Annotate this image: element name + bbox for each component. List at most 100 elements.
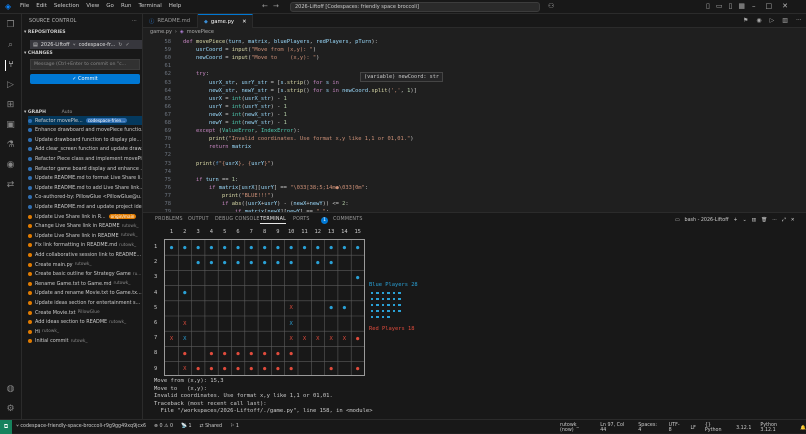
panel-tab-output[interactable]: OUTPUT bbox=[188, 217, 209, 222]
customize-layout-icon[interactable]: ▦ bbox=[738, 2, 745, 10]
code-line[interactable]: usrX_str, usrY_str = [s.strip() for s in bbox=[183, 80, 339, 86]
more-actions-icon[interactable]: ··· bbox=[132, 18, 137, 24]
code-line[interactable]: newX = int(newX_str) - 1 bbox=[183, 112, 287, 118]
graph-commit-item[interactable]: Add clear_screen function and update dra… bbox=[28, 145, 142, 154]
dropdown-icon[interactable]: ⌄ bbox=[743, 218, 747, 223]
graph-commit-item[interactable]: Refactor Piece class and implement moveP… bbox=[28, 154, 142, 163]
terminal-shell-name[interactable]: bash - 2026-Liftoff bbox=[685, 218, 729, 223]
menu-item-file[interactable]: File bbox=[20, 3, 29, 9]
broadcast-icon[interactable]: ◉ bbox=[756, 17, 761, 24]
sync-icon[interactable]: ↻ bbox=[118, 42, 122, 48]
python-version[interactable]: 3.12.1 bbox=[736, 426, 751, 431]
menu-item-run[interactable]: Run bbox=[121, 3, 132, 9]
graph-commit-item[interactable]: Create basic outline for Strategy Game ru… bbox=[28, 270, 142, 279]
graph-commit-item[interactable]: Fix link formatting in README.md rutowk_ bbox=[28, 241, 142, 250]
copilot-icon[interactable]: ⚇ bbox=[548, 2, 554, 10]
minimize-icon[interactable]: – bbox=[752, 2, 756, 10]
commit-check-icon[interactable]: ✓ bbox=[125, 42, 129, 48]
cursor-position[interactable]: Ln 97, Col 44 bbox=[600, 423, 629, 433]
trash-icon[interactable]: 🗑 bbox=[761, 218, 767, 223]
tab-game-py[interactable]: ◆ game.py ✕ bbox=[198, 14, 253, 28]
menu-item-go[interactable]: Go bbox=[106, 3, 114, 9]
notifications-bell-icon[interactable]: 🔔 bbox=[800, 426, 806, 431]
breadcrumb-file[interactable]: game.py bbox=[150, 29, 172, 35]
menu-item-selection[interactable]: Selection bbox=[54, 3, 79, 9]
repository-item[interactable]: ▤ 2026-Liftoff ⑂ codespace-fr... ↻ ✓ bbox=[30, 40, 142, 49]
split-terminal-icon[interactable]: ▥ bbox=[752, 218, 757, 223]
close-window-icon[interactable]: ✕ bbox=[782, 2, 788, 10]
code-line[interactable]: def movePiece(turn, matrix, bluePlayers,… bbox=[183, 39, 378, 45]
graph-commit-item[interactable]: Update drawboard function to display ple… bbox=[28, 135, 142, 144]
close-tab-icon[interactable]: ✕ bbox=[242, 19, 246, 25]
code-line[interactable]: print("Invalid coordinates. Use format x… bbox=[183, 136, 413, 142]
graph-commit-item[interactable]: Enhance drawboard and movePiece functio.… bbox=[28, 126, 142, 135]
code-line[interactable]: try: bbox=[183, 71, 209, 77]
code-line[interactable]: newCoord = input("Move to (x,y): ") bbox=[183, 55, 319, 61]
source-control-icon[interactable]: ⑂ bbox=[5, 60, 16, 71]
graph-commit-item[interactable]: Co-authored-by: PillowGlue <PillowGlue@u… bbox=[28, 193, 142, 202]
tab-readme[interactable]: ⓘ README.md bbox=[143, 14, 198, 28]
panel-tab-terminal[interactable]: TERMINAL bbox=[260, 217, 286, 224]
eol[interactable]: LF bbox=[690, 426, 695, 431]
more-panel-icon[interactable]: ··· bbox=[772, 218, 777, 223]
forward-arrow-icon[interactable]: → bbox=[273, 2, 279, 10]
menu-item-help[interactable]: Help bbox=[169, 3, 182, 9]
code-line[interactable]: except (ValueError, IndexError): bbox=[183, 128, 300, 134]
live-share-user[interactable]: rutowk_ (now) bbox=[560, 423, 591, 433]
encoding[interactable]: UTF-8 bbox=[669, 423, 682, 433]
split-editor-icon[interactable]: ▥ bbox=[782, 17, 788, 24]
code-line[interactable]: if matrix[usrX][usrY] == "\033[38;5;14m●… bbox=[183, 185, 368, 191]
indentation[interactable]: Spaces: 4 bbox=[638, 423, 659, 433]
graph-commit-item[interactable]: Update README.md and update project idea… bbox=[28, 202, 142, 211]
graph-commit-item[interactable]: Update and rename Movie.txt to Game.tx..… bbox=[28, 289, 142, 298]
menu-item-view[interactable]: View bbox=[86, 3, 99, 9]
shared-status[interactable]: ⇄ Shared bbox=[200, 424, 222, 429]
graph-commit-item[interactable]: Change Live Share link in README rutowk_ bbox=[28, 222, 142, 231]
repositories-header[interactable]: ▾ REPOSITORIES bbox=[24, 30, 66, 35]
graph-commit-item[interactable]: Add ideas section to README rutowk_ bbox=[28, 318, 142, 327]
back-arrow-icon[interactable]: ← bbox=[262, 2, 268, 10]
ports-status[interactable]: 📡 1 bbox=[181, 424, 192, 429]
maximize-icon[interactable]: □ bbox=[766, 2, 773, 10]
changes-header[interactable]: ▾ CHANGES bbox=[24, 51, 53, 56]
panel-tab-problems[interactable]: PROBLEMS bbox=[155, 217, 183, 222]
graph-commit-item[interactable]: Update README.md to format Live Share li… bbox=[28, 174, 142, 183]
branch-status[interactable]: ⑂ codespace-friendly-space-broccoli-r9g9… bbox=[16, 423, 146, 429]
code-line[interactable]: usrX = int(usrX_str) - 1 bbox=[183, 96, 287, 102]
commit-button[interactable]: ✓ Commit bbox=[30, 74, 140, 84]
terminal-output[interactable]: Move from (x,y): 15,3 Move to (x,y): Inval… bbox=[154, 378, 373, 416]
code-line[interactable]: usrY = int(usrY_str) - 1 bbox=[183, 104, 287, 110]
extra-status[interactable]: ⚐ 1 bbox=[230, 424, 239, 429]
commit-message-input[interactable]: Message (Ctrl+Enter to commit on "c... bbox=[30, 59, 140, 70]
code-line[interactable]: print("BLUE!!!") bbox=[183, 193, 274, 199]
graph-commit-item[interactable]: Add collaborative session link to README… bbox=[28, 250, 142, 259]
close-panel-icon[interactable]: ✕ bbox=[791, 218, 795, 223]
remote-indicator-icon[interactable]: ⧉ bbox=[0, 420, 12, 434]
live-share-icon[interactable]: ⇄ bbox=[5, 180, 16, 191]
search-icon[interactable]: ⌕ bbox=[5, 40, 16, 51]
menu-item-terminal[interactable]: Terminal bbox=[138, 3, 161, 9]
run-python-icon[interactable]: ▷ bbox=[770, 17, 775, 24]
testing-icon[interactable]: ⚗ bbox=[5, 140, 16, 151]
language-mode[interactable]: {} Python bbox=[705, 423, 727, 433]
maximize-panel-icon[interactable]: ⤢ bbox=[782, 217, 786, 223]
toggle-sidebar-icon[interactable]: ▯ bbox=[706, 2, 710, 10]
toggle-secondary-sidebar-icon[interactable]: ▯ bbox=[728, 2, 732, 10]
remote-explorer-icon[interactable]: ▣ bbox=[5, 120, 16, 131]
extensions-icon[interactable]: ⊞ bbox=[5, 100, 16, 111]
panel-tab-comments[interactable]: COMMENTS bbox=[333, 217, 363, 222]
panel-tab-ports[interactable]: PORTS bbox=[293, 217, 310, 222]
code-line[interactable]: print(f"{usrX}, {usrY}") bbox=[183, 161, 274, 167]
breadcrumb-symbol[interactable]: movePiece bbox=[187, 29, 214, 35]
more-icon[interactable]: ··· bbox=[796, 17, 802, 24]
code-line[interactable]: return matrix bbox=[183, 144, 251, 150]
graph-commit-item[interactable]: Create main.py rutowk_ bbox=[28, 260, 142, 269]
pin-icon[interactable]: ⚑ bbox=[743, 17, 748, 24]
run-debug-icon[interactable]: ▷ bbox=[5, 80, 16, 91]
python-interpreter[interactable]: Python 3.12.1 bbox=[760, 423, 791, 433]
panel-tab-debug-console[interactable]: DEBUG CONSOLE bbox=[215, 217, 260, 222]
code-line[interactable]: if abs((usrX+usrY) - (newX+newY)) <= 2: bbox=[183, 201, 349, 207]
github-icon[interactable]: ◉ bbox=[5, 160, 16, 171]
graph-commit-item[interactable]: Refactor movePle... codespace-frien... bbox=[28, 116, 142, 125]
code-line[interactable]: newY = int(newY_str) - 1 bbox=[183, 120, 287, 126]
